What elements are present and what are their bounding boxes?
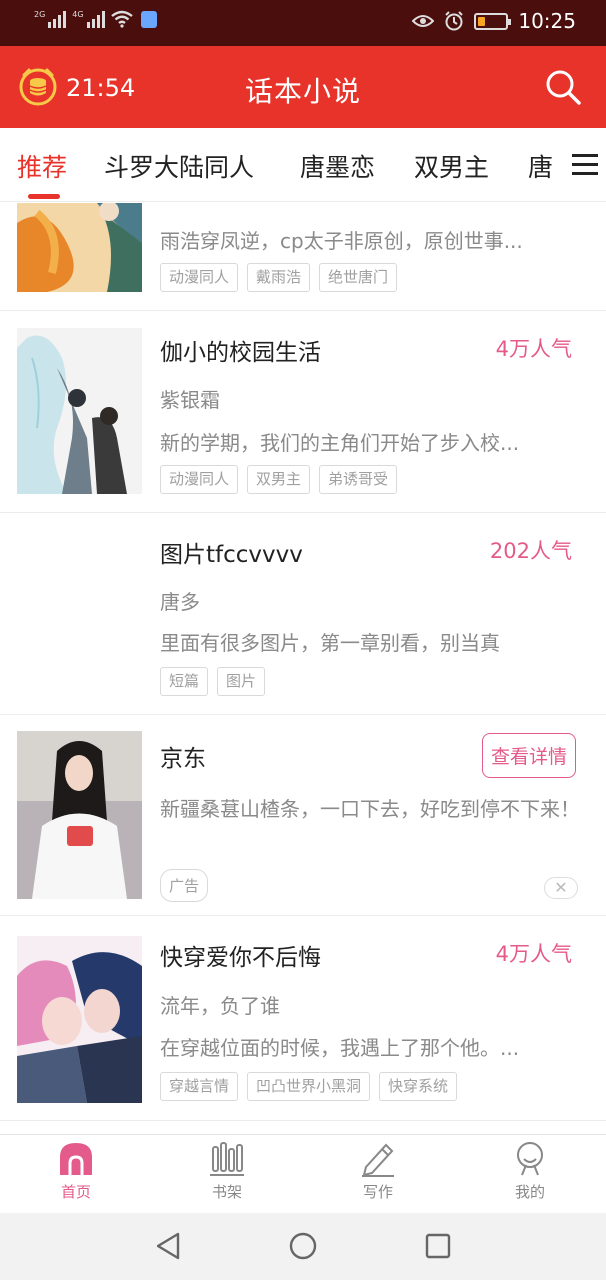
recents-icon[interactable] — [424, 1231, 452, 1261]
signal-2g-icon: 2G — [34, 10, 67, 28]
category-tabs: 推荐 斗罗大陆同人 唐墨恋 双男主 唐 — [0, 128, 606, 202]
book-cover[interactable] — [17, 328, 142, 494]
menu-icon[interactable] — [560, 128, 606, 201]
back-icon[interactable] — [154, 1231, 182, 1261]
view-details-button[interactable]: 查看详情 — [481, 733, 576, 778]
close-ad-icon[interactable]: ✕ — [544, 877, 578, 899]
tag[interactable]: 动漫同人 — [160, 263, 239, 292]
book-title[interactable]: 伽小的校园生活 — [160, 333, 321, 367]
tag[interactable]: 短篇 — [160, 667, 209, 696]
tag-list: 短篇 图片 — [160, 667, 266, 696]
profile-icon — [517, 1142, 543, 1176]
tag[interactable]: 戴雨浩 — [247, 263, 311, 292]
signal-4g-icon: 4G — [72, 10, 105, 28]
eye-icon — [412, 15, 435, 27]
tag[interactable]: 图片 — [217, 667, 266, 696]
ad-title[interactable]: 京东 — [160, 739, 206, 773]
book-description: 雨浩穿凤逆，cp太子非原创，原创世事... — [160, 229, 523, 253]
wifi-icon — [110, 10, 133, 28]
tab-tang[interactable]: 唐 — [528, 148, 553, 184]
book-author[interactable]: 紫银霜 — [160, 384, 220, 413]
book-title[interactable]: 图片tfccvvvv — [160, 535, 303, 569]
signal-4g-label: 4G — [72, 10, 84, 19]
nav-profile-label: 我的 — [514, 1183, 545, 1201]
clock-time: 10:25 — [518, 9, 576, 33]
home-icon — [60, 1143, 92, 1175]
list-item[interactable]: 快穿爱你不后悔 4万人气 流年，负了谁 在穿越位面的时候，我遇上了那个他。...… — [0, 916, 606, 1121]
home-circle-icon[interactable] — [288, 1231, 318, 1261]
tag-list: 穿越言情 凹凸世界小黑洞 快穿系统 — [160, 1072, 458, 1101]
tag[interactable]: 双男主 — [247, 465, 311, 494]
tag[interactable]: 凹凸世界小黑洞 — [247, 1072, 371, 1101]
nav-bookshelf-label: 书架 — [211, 1183, 242, 1201]
book-description: 新的学期，我们的主角们开始了步入校... — [160, 431, 520, 455]
nav-bookshelf[interactable]: 书架 — [177, 1141, 277, 1202]
book-description: 里面有很多图片，第一章别看，别当真 — [160, 631, 500, 655]
tag-list: 动漫同人 戴雨浩 绝世唐门 — [160, 263, 398, 292]
tab-tangmolian[interactable]: 唐墨恋 — [300, 148, 375, 184]
book-author[interactable]: 唐多 — [160, 586, 200, 615]
alarm-icon — [445, 11, 464, 31]
book-cover[interactable] — [17, 936, 142, 1103]
bookshelf-icon — [210, 1142, 244, 1176]
popularity: 4万人气 — [495, 942, 572, 966]
book-description: 在穿越位面的时候，我遇上了那个他。... — [160, 1036, 520, 1060]
tag[interactable]: 动漫同人 — [160, 465, 239, 494]
popularity: 4万人气 — [495, 337, 572, 361]
shield-app-icon — [140, 11, 157, 28]
bottom-navigation: 首页 书架 写作 我的 — [0, 1134, 606, 1213]
ad-description: 新疆桑葚山楂条，一口下去，好吃到停不下来！ — [160, 797, 580, 821]
list-item[interactable]: 雨浩穿凤逆，cp太子非原创，原创世事... 动漫同人 戴雨浩 绝世唐门 — [0, 203, 606, 311]
tag[interactable]: 快穿系统 — [379, 1072, 458, 1101]
list-item[interactable]: 图片tfccvvvv 202人气 唐多 里面有很多图片，第一章别看，别当真 短篇… — [0, 513, 606, 715]
system-navigation-bar — [0, 1213, 606, 1280]
tag[interactable]: 弟诱哥受 — [319, 465, 398, 494]
active-tab-indicator — [28, 194, 60, 199]
book-cover[interactable] — [17, 203, 142, 292]
tag-list: 动漫同人 双男主 弟诱哥受 — [160, 465, 398, 494]
book-author[interactable]: 流年，负了谁 — [160, 990, 280, 1019]
status-bar: 2G 4G 10:25 — [0, 0, 606, 46]
tag[interactable]: 绝世唐门 — [319, 263, 398, 292]
status-right: 10:25 — [412, 9, 576, 33]
tab-shuangnanzhu[interactable]: 双男主 — [414, 148, 489, 184]
nav-write-label: 写作 — [362, 1183, 393, 1201]
app-title: 话本小说 — [244, 75, 361, 108]
battery-icon — [474, 12, 512, 30]
app-bar: 21:54 话本小说 — [0, 46, 606, 128]
tab-douluo[interactable]: 斗罗大陆同人 — [104, 148, 254, 184]
book-list: 雨浩穿凤逆，cp太子非原创，原创世事... 动漫同人 戴雨浩 绝世唐门 伽小的校… — [0, 203, 606, 1133]
nav-profile[interactable]: 我的 — [480, 1141, 580, 1202]
tag[interactable]: 穿越言情 — [160, 1072, 239, 1101]
nav-home-label: 首页 — [60, 1183, 91, 1201]
tab-recommend[interactable]: 推荐 — [17, 148, 67, 184]
book-title[interactable]: 快穿爱你不后悔 — [160, 938, 321, 972]
pencil-icon — [362, 1143, 394, 1177]
list-item[interactable]: 伽小的校园生活 4万人气 紫银霜 新的学期，我们的主角们开始了步入校... 动漫… — [0, 311, 606, 513]
ad-item[interactable]: 京东 查看详情 新疆桑葚山楂条，一口下去，好吃到停不下来！ 广告 ✕ — [0, 715, 606, 916]
nav-home[interactable]: 首页 — [26, 1141, 126, 1202]
popularity: 202人气 — [489, 539, 572, 563]
signal-2g-label: 2G — [34, 10, 46, 19]
ad-image[interactable] — [17, 731, 142, 899]
ad-label: 广告 — [160, 869, 209, 902]
search-icon[interactable] — [544, 68, 582, 106]
status-left: 2G 4G — [34, 10, 157, 28]
nav-write[interactable]: 写作 — [328, 1141, 428, 1202]
